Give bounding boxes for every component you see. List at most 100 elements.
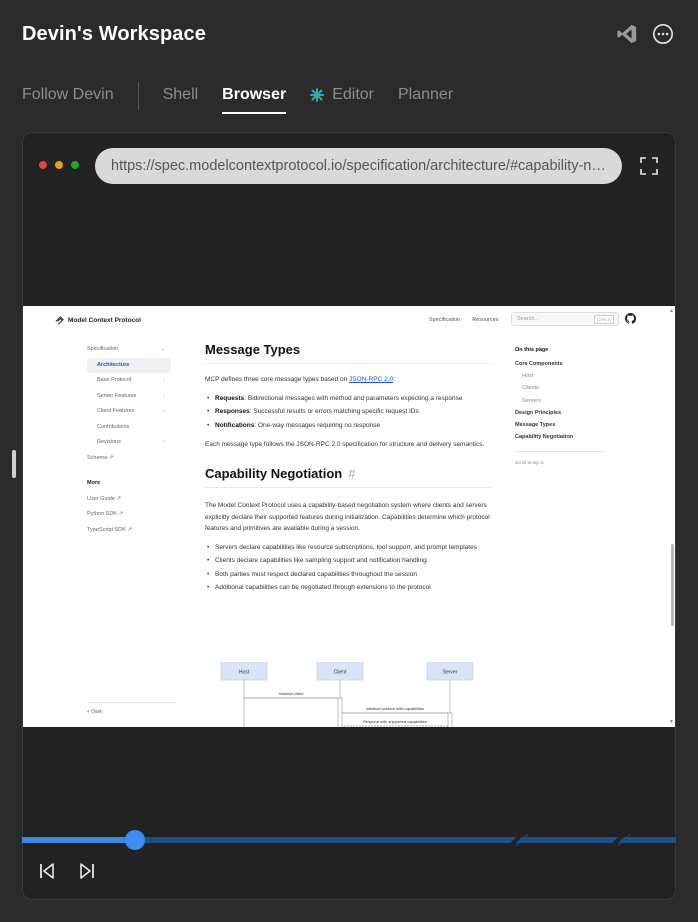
message-label: Initialize client [279, 691, 305, 696]
list-item: Both parties must respect declared capab… [205, 570, 491, 580]
term: Requests [215, 394, 245, 402]
toc-item[interactable]: Servers [515, 395, 615, 407]
tab-browser[interactable]: Browser [222, 84, 287, 114]
panel-resize-handle[interactable] [12, 450, 16, 478]
scroll-down-arrow-icon[interactable]: ▼ [669, 719, 674, 725]
url-bar[interactable]: https://spec.modelcontextprotocol.io/spe… [95, 148, 622, 184]
skip-back-icon [40, 863, 54, 879]
site-top-links: Specification Resources [429, 317, 498, 323]
timeline-scrubber[interactable] [125, 830, 146, 850]
close-dot[interactable] [39, 161, 47, 169]
fullscreen-icon[interactable] [640, 157, 658, 175]
tab-shell[interactable]: Shell [163, 84, 199, 112]
nav-item-contributions[interactable]: Contributions [87, 420, 171, 436]
nav-more-heading: More [87, 480, 101, 486]
article-content: Message Types MCP defines three core mes… [205, 342, 491, 601]
top-link-resources[interactable]: Resources [472, 317, 498, 323]
participant-host-label: Host [239, 670, 250, 676]
nav-label: Contributions [97, 423, 130, 430]
tab-label: Planner [398, 86, 454, 103]
more-horizontal-icon[interactable] [652, 23, 674, 45]
site-search-input[interactable]: Search... CTRL K [511, 312, 619, 326]
definition: : One-way messages requiring no response [254, 421, 381, 429]
nav-item-specification[interactable]: Specification ⌄ [87, 342, 171, 358]
nav-item-schema[interactable]: Schema ↗ [87, 451, 171, 467]
toc-item[interactable]: Capability Negotiation [515, 431, 615, 443]
nav-label: Base Protocol [97, 377, 132, 383]
mcp-logo-icon [55, 316, 64, 325]
browser-panel: https://spec.modelcontextprotocol.io/spe… [22, 132, 676, 900]
nav-label: Client Features [97, 408, 135, 414]
toc-item[interactable]: Host [515, 370, 615, 382]
term: Responses [215, 408, 250, 415]
toc-item[interactable]: Clients [515, 382, 615, 394]
toc-item[interactable]: Core Components [515, 358, 615, 370]
browser-viewport[interactable]: Model Context Protocol Specification Res… [23, 306, 675, 727]
search-shortcut: CTRL K [593, 315, 614, 324]
toc-item[interactable]: Message Types [515, 419, 615, 431]
nav-label: Schema ↗ [87, 454, 114, 461]
chevron-down-icon: ⌄ [160, 346, 165, 352]
nav-item-typescript-sdk[interactable]: TypeScript SDK ↗ [87, 523, 171, 539]
text: : [393, 376, 395, 383]
top-link-specification[interactable]: Specification [429, 317, 460, 323]
list-item: Clients declare capabilities like sampli… [205, 556, 491, 566]
scroll-to-top-link[interactable]: Scroll to top ⊙ [515, 460, 615, 466]
skip-back-button[interactable] [38, 860, 56, 882]
skip-forward-icon [80, 863, 94, 879]
toc-title: On this page [515, 347, 549, 353]
capability-list: Servers declare capabilities like resour… [205, 543, 491, 594]
github-icon[interactable] [625, 313, 636, 324]
site-logo[interactable]: Model Context Protocol [55, 316, 141, 325]
participant-server-label: Server [443, 670, 458, 676]
workspace-tabs: Follow Devin Shell Browser Editor Planne… [22, 82, 477, 116]
anchor-link[interactable]: # [348, 466, 355, 481]
maximize-dot[interactable] [71, 161, 79, 169]
paragraph-jsonrpc: Each message type follows the JSON-RPC 2… [205, 440, 485, 448]
nav-item-user-guide[interactable]: User Guide ↗ [87, 492, 171, 508]
list-item: Servers declare capabilities like resour… [205, 543, 491, 553]
scroll-up-arrow-icon[interactable]: ▲ [669, 308, 674, 314]
tab-label: Browser [222, 86, 287, 103]
jsonrpc-link[interactable]: JSON-RPC 2.0 [349, 376, 393, 383]
nav-item-revisions[interactable]: Revisions › [87, 435, 171, 451]
window-dots [39, 161, 79, 169]
skip-forward-button[interactable] [78, 860, 96, 882]
term: Notifications [215, 421, 255, 429]
site-name: Model Context Protocol [68, 317, 141, 324]
tab-planner[interactable]: Planner [398, 84, 453, 112]
vscode-icon[interactable] [616, 23, 638, 45]
chevron-right-icon: › [163, 439, 165, 445]
minimize-dot[interactable] [55, 161, 63, 169]
dark-toggle-label: Dark [91, 709, 102, 715]
editor-icon [310, 88, 325, 102]
message-label: Respond with supported capabilities [363, 719, 427, 724]
tab-divider [137, 82, 139, 110]
list-item: Responses: Successful results or errors … [205, 407, 491, 417]
paragraph-message-types: MCP defines three core message types bas… [205, 374, 491, 386]
nav-item-architecture[interactable]: Architecture [87, 357, 171, 373]
site-left-nav: Specification ⌄ Architecture Base Protoco… [87, 342, 171, 538]
nav-item-server-features[interactable]: Server Features › [87, 389, 171, 405]
nav-label: Revisions [97, 439, 121, 445]
nav-item-base-protocol[interactable]: Base Protocol › [87, 373, 171, 389]
nav-item-client-features[interactable]: Client Features › [87, 404, 171, 420]
toc-item[interactable]: Design Principles [515, 407, 615, 419]
tab-editor[interactable]: Editor [310, 84, 374, 112]
chevron-right-icon: › [163, 377, 165, 383]
text: MCP defines three core message types bas… [205, 376, 350, 383]
definition: : Bidirectional messages with method and… [244, 394, 463, 402]
tab-follow-devin[interactable]: Follow Devin [22, 84, 114, 112]
nav-item-python-sdk[interactable]: Python SDK ↗ [87, 507, 171, 523]
playback-timeline[interactable] [22, 830, 676, 850]
heading-text: Capability Negotiation [205, 466, 343, 481]
nav-divider [87, 702, 177, 703]
list-item: Additional capabilities can be negotiate… [205, 583, 491, 593]
dark-mode-toggle[interactable]: ◐ Dark [87, 709, 102, 715]
tab-label: Editor [332, 86, 374, 103]
viewport-scrollbar[interactable] [671, 544, 674, 626]
participant-client-label: Client [334, 670, 347, 676]
list-item: Notifications: One-way messages requirin… [205, 421, 491, 431]
activation-server [447, 712, 453, 727]
heading-message-types: Message Types [205, 342, 491, 364]
